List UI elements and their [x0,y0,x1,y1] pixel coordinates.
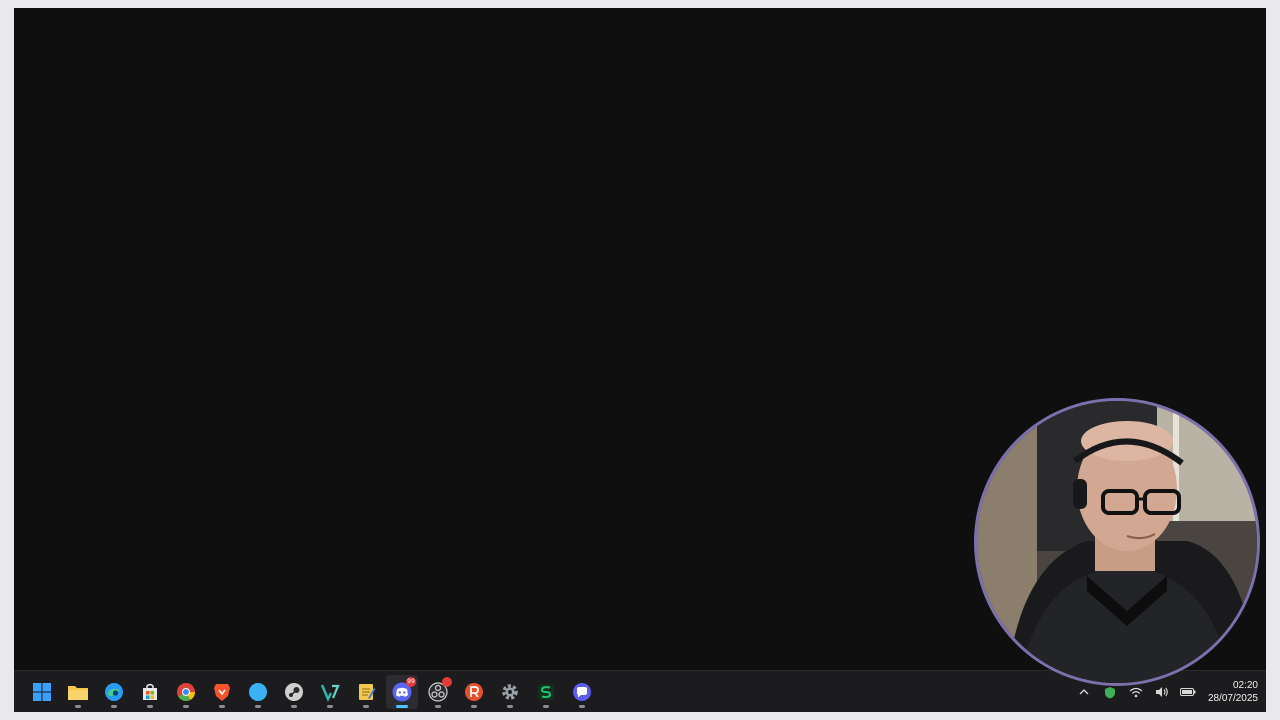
webcam-overlay [974,398,1260,686]
webcam-feed-image [977,401,1257,683]
running-indicator [147,705,153,708]
running-indicator [255,705,261,708]
app-chat-button[interactable] [566,675,598,709]
running-indicator [327,705,333,708]
clock-date: 28/07/2025 [1207,693,1258,704]
brave-button[interactable] [206,675,238,709]
r-logo-icon [464,682,484,702]
clock-time: 02:20 [1232,680,1258,691]
running-indicator [471,705,477,708]
file-explorer-button[interactable] [62,675,94,709]
running-indicator [183,705,189,708]
clock[interactable]: 02:20 28/07/2025 [1204,679,1258,705]
running-indicator [579,705,585,708]
v-logo-icon [320,682,340,702]
chevron-up-icon[interactable] [1074,682,1094,702]
notification-badge: 99 [406,677,416,687]
notepad-icon [356,682,376,702]
running-indicator [219,705,225,708]
folder-icon [67,683,89,701]
notepad-button[interactable] [350,675,382,709]
windows-logo-icon [32,682,52,702]
speaker-icon[interactable] [1152,682,1172,702]
running-indicator [111,705,117,708]
taskbar-apps: 99 [26,671,598,712]
s-logo-icon [536,682,556,702]
edge-icon [104,682,124,702]
running-indicator [543,705,549,708]
brave-lion-icon [213,682,231,702]
chrome-button[interactable] [170,675,202,709]
window-frame: 99 02:20 28/07/2025 [0,0,1280,720]
edge-button[interactable] [98,675,130,709]
chat-bubble-icon [572,682,592,702]
chrome-icon [176,682,196,702]
app-s-button[interactable] [530,675,562,709]
battery-icon[interactable] [1178,682,1198,702]
steam-button[interactable] [278,675,310,709]
store-icon [140,682,160,702]
obs-button[interactable] [422,675,454,709]
running-indicator [363,705,369,708]
start-button[interactable] [26,675,58,709]
running-indicator [435,705,441,708]
app-v-button[interactable] [314,675,346,709]
running-indicator [507,705,513,708]
running-indicator [291,705,297,708]
running-indicator [75,705,81,708]
compass-icon [248,682,268,702]
browser-compass-button[interactable] [242,675,274,709]
store-button[interactable] [134,675,166,709]
gear-icon [500,682,520,702]
steam-icon [284,682,304,702]
running-indicator [396,705,408,708]
discord-button[interactable]: 99 [386,675,418,709]
settings-button[interactable] [494,675,526,709]
app-r-button[interactable] [458,675,490,709]
notification-badge [442,677,452,687]
